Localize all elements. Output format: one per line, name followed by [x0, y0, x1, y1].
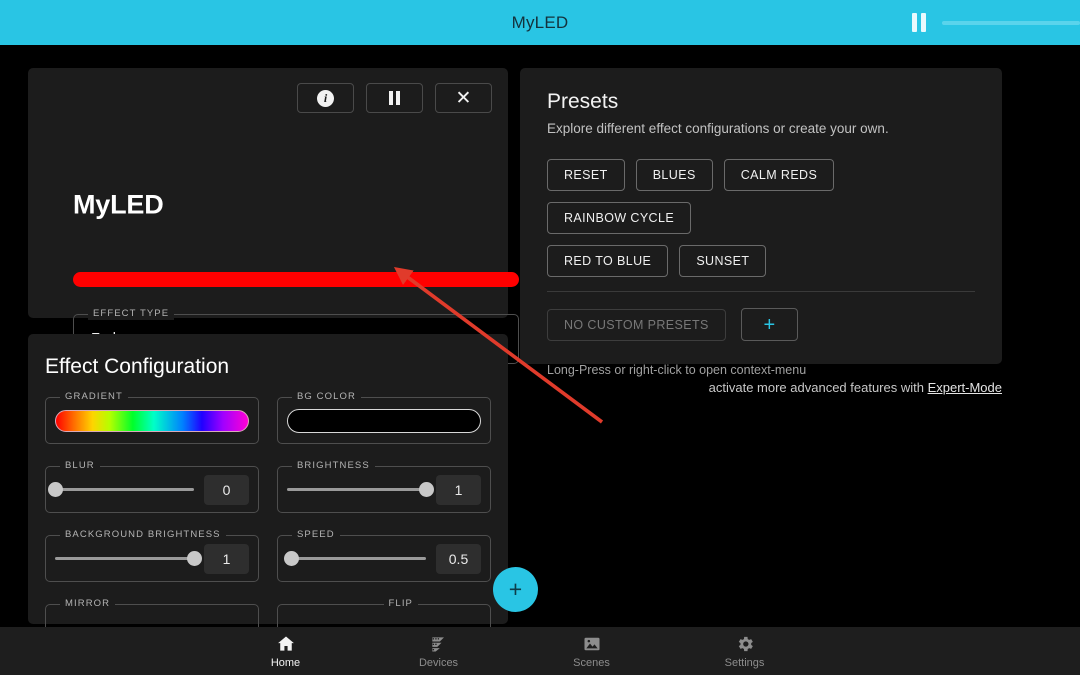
- effect-type-legend: EFFECT TYPE: [88, 308, 175, 320]
- gradient-swatch[interactable]: [55, 409, 249, 432]
- background-brightness-value[interactable]: 1: [204, 543, 249, 574]
- home-icon: [277, 636, 294, 651]
- close-button[interactable]: ✕: [435, 83, 492, 113]
- nav-item-scenes[interactable]: Scenes: [515, 634, 668, 669]
- background-brightness-slider-thumb[interactable]: [186, 551, 202, 566]
- add-device-fab[interactable]: +: [493, 567, 538, 612]
- preset-buttons-row-1: RESET BLUES CALM REDS RAINBOW CYCLE: [547, 159, 975, 234]
- preset-button-reset[interactable]: RESET: [547, 159, 625, 191]
- add-preset-button[interactable]: +: [740, 308, 798, 341]
- led-strip-icon: [431, 636, 444, 651]
- expert-mode-link[interactable]: Expert-Mode: [928, 380, 1002, 395]
- background-brightness-legend: BACKGROUND BRIGHTNESS: [60, 529, 226, 541]
- device-card: i ✕ MyLED EFFECT TYPE Fade: [28, 68, 519, 364]
- flip-legend: FLIP: [383, 598, 418, 610]
- presets-subtitle: Explore different effect configurations …: [547, 121, 889, 136]
- config-row-bgbrightness-speed: BACKGROUND BRIGHTNESS 1 SPEED 0.5: [45, 529, 491, 582]
- pause-button[interactable]: [366, 83, 423, 113]
- pause-icon[interactable]: [912, 13, 926, 32]
- bg-color-field[interactable]: BG COLOR: [277, 391, 491, 444]
- gradient-legend: GRADIENT: [60, 391, 128, 403]
- blur-legend: BLUR: [60, 460, 100, 472]
- nav-label-home: Home: [270, 656, 301, 669]
- speed-field: SPEED 0.5: [277, 529, 491, 582]
- info-icon: i: [317, 89, 334, 107]
- device-color-bar[interactable]: [73, 272, 519, 287]
- preset-button-rainbow-cycle[interactable]: RAINBOW CYCLE: [547, 202, 692, 234]
- brightness-field: BRIGHTNESS 1: [277, 460, 491, 513]
- expert-mode-text: activate more advanced features with: [708, 380, 928, 395]
- brightness-slider-track: [287, 488, 426, 491]
- bottom-navigation: Home Devices Scenes Settings: [0, 627, 1080, 675]
- presets-divider: [547, 291, 975, 292]
- brightness-slider-thumb[interactable]: [418, 482, 434, 497]
- gear-icon: [738, 636, 753, 651]
- speed-slider-thumb[interactable]: [283, 551, 299, 566]
- speed-value[interactable]: 0.5: [436, 543, 481, 574]
- nav-item-home[interactable]: Home: [209, 634, 362, 669]
- brightness-slider[interactable]: [287, 481, 434, 499]
- config-row-colors: GRADIENT BG COLOR: [45, 391, 491, 444]
- nav-label-settings: Settings: [724, 656, 765, 669]
- presets-card: Presets Explore different effect configu…: [520, 68, 1002, 377]
- preset-button-blues[interactable]: BLUES: [635, 159, 713, 191]
- presets-hint: Long-Press or right-click to open contex…: [547, 363, 807, 377]
- expert-mode-line: activate more advanced features with Exp…: [709, 380, 1002, 395]
- close-icon: ✕: [455, 87, 472, 109]
- config-row-blur-brightness: BLUR 0 BRIGHTNESS 1: [45, 460, 491, 513]
- nav-label-scenes: Scenes: [573, 656, 610, 669]
- mirror-legend: MIRROR: [60, 598, 116, 610]
- speed-slider[interactable]: [283, 550, 426, 568]
- nav-label-devices: Devices: [418, 656, 459, 669]
- effect-configuration-fields: GRADIENT BG COLOR BLUR 0 BRIGHTNESS 1 BA…: [45, 391, 491, 638]
- info-button[interactable]: i: [297, 83, 354, 113]
- speed-slider-track: [287, 557, 426, 560]
- blur-field: BLUR 0: [45, 460, 259, 513]
- app-root: MyLED i ✕ MyLED EFFECT TYPE Fade: [0, 0, 1080, 675]
- chevron-up-icon[interactable]: [1008, 362, 1024, 372]
- blur-value[interactable]: 0: [204, 474, 249, 505]
- device-action-buttons: i ✕: [297, 83, 492, 113]
- brightness-value[interactable]: 1: [436, 474, 481, 505]
- app-bar-right-controls: [912, 0, 1080, 45]
- gradient-field[interactable]: GRADIENT: [45, 391, 259, 444]
- preset-buttons-row-2: RED TO BLUE SUNSET: [547, 245, 975, 277]
- background-brightness-slider[interactable]: [55, 550, 202, 568]
- background-brightness-slider-track: [55, 557, 194, 560]
- background-brightness-field: BACKGROUND BRIGHTNESS 1: [45, 529, 259, 582]
- blur-slider-track: [55, 488, 194, 491]
- app-bar: MyLED: [0, 0, 1080, 45]
- brightness-legend: BRIGHTNESS: [292, 460, 375, 472]
- custom-presets-row: NO CUSTOM PRESETS +: [547, 308, 975, 341]
- no-custom-presets-label: NO CUSTOM PRESETS: [547, 308, 726, 341]
- bg-color-legend: BG COLOR: [292, 391, 361, 403]
- brightness-slider-track: [942, 20, 1080, 25]
- device-name: MyLED: [73, 189, 164, 220]
- brightness-slider[interactable]: [942, 0, 1080, 45]
- effect-configuration-title: Effect Configuration: [45, 355, 230, 378]
- app-bar-title: MyLED: [511, 12, 569, 32]
- bg-color-swatch[interactable]: [287, 408, 481, 433]
- preset-button-red-to-blue[interactable]: RED TO BLUE: [547, 245, 669, 277]
- pause-icon: [389, 91, 400, 105]
- preset-button-sunset[interactable]: SUNSET: [679, 245, 767, 277]
- blur-slider-thumb[interactable]: [47, 482, 63, 497]
- image-icon: [584, 637, 599, 650]
- blur-slider[interactable]: [47, 481, 194, 499]
- nav-item-devices[interactable]: Devices: [362, 634, 515, 669]
- nav-item-settings[interactable]: Settings: [668, 634, 821, 669]
- presets-title: Presets: [547, 90, 619, 113]
- preset-button-calm-reds[interactable]: CALM REDS: [723, 159, 835, 191]
- speed-legend: SPEED: [292, 529, 340, 541]
